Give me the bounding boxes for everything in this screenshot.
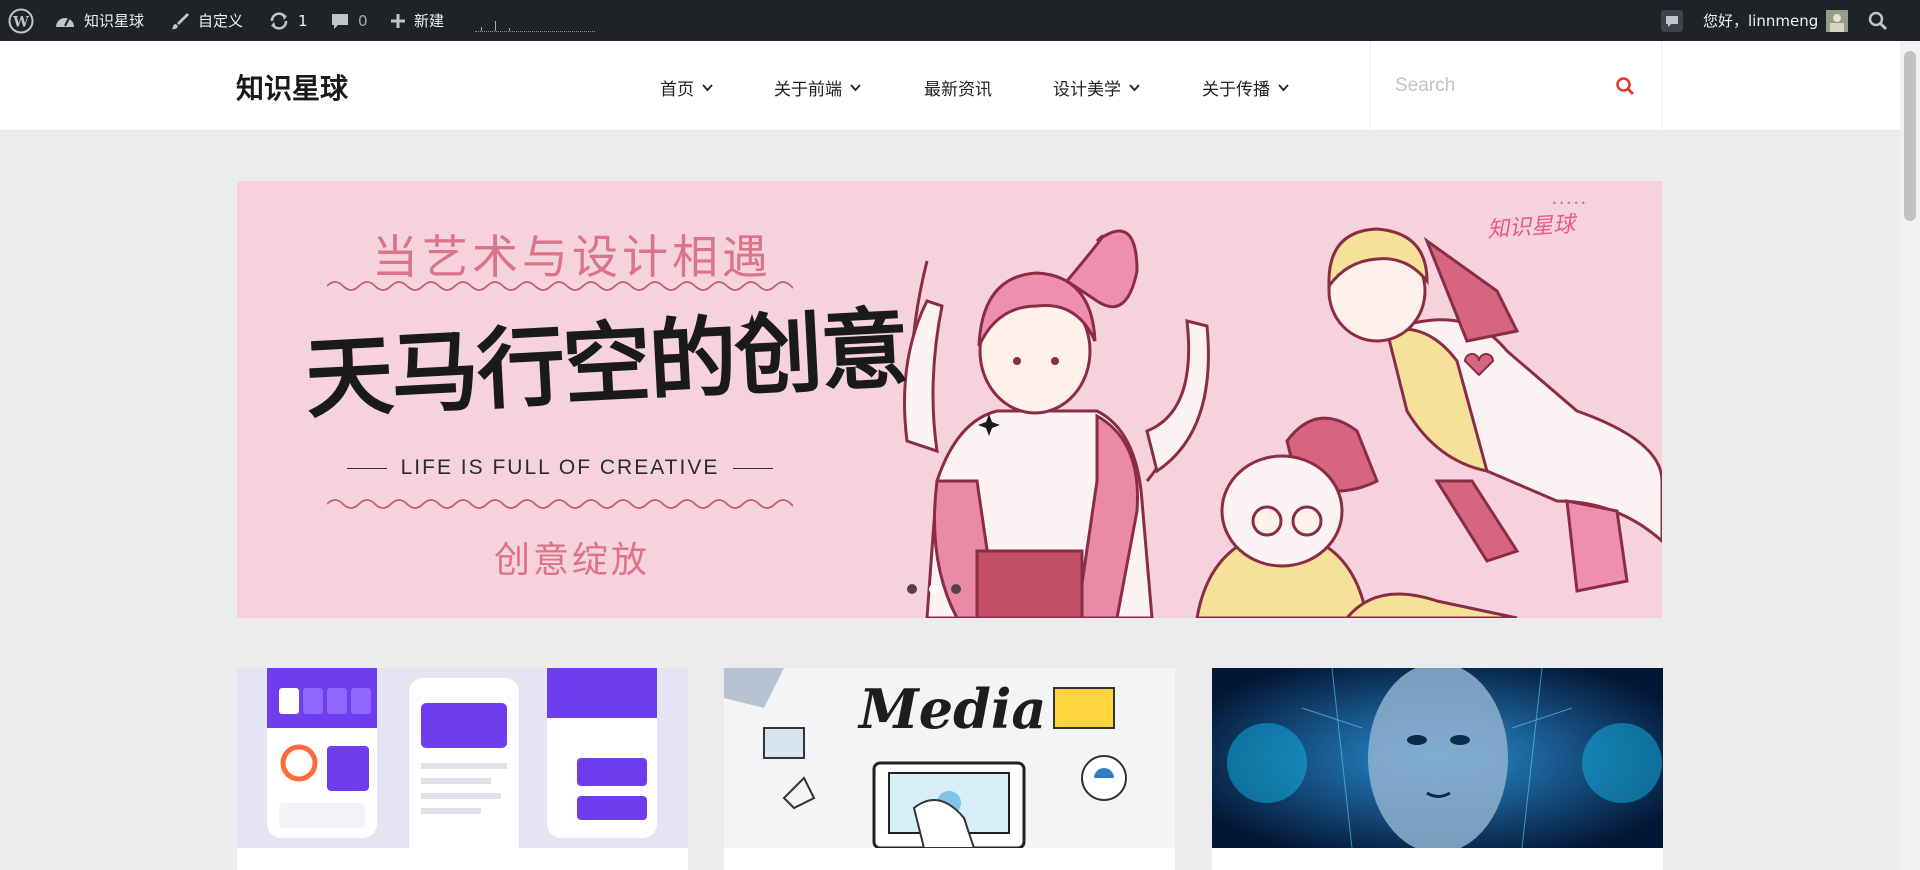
stats-sparkline[interactable] xyxy=(475,14,595,32)
nav-item-label: 关于前端 xyxy=(774,80,842,100)
banner-tagline: 创意绽放 xyxy=(493,540,650,581)
svg-text:Media: Media xyxy=(857,677,1046,741)
dashboard-icon xyxy=(54,11,76,31)
wordpress-icon: W xyxy=(8,8,34,34)
brush-icon xyxy=(170,11,190,31)
scrollbar-thumb[interactable] xyxy=(1904,51,1916,221)
post-card[interactable] xyxy=(1212,668,1663,870)
plus-icon xyxy=(390,13,406,29)
chevron-down-icon xyxy=(850,84,861,92)
site-title[interactable]: 知识星球 xyxy=(236,67,348,107)
nav-item-label: 最新资讯 xyxy=(924,80,992,100)
post-thumbnail[interactable] xyxy=(237,668,688,848)
slider-pagination xyxy=(907,584,961,594)
site-name-menu[interactable]: 知识星球 xyxy=(54,0,144,41)
hero-slider[interactable]: • • • • • 知识星球 当艺术与设计相遇 天马行空的创意 LIFE IS … xyxy=(237,181,1662,618)
post-card[interactable]: Media xyxy=(724,668,1175,870)
nav-item-design[interactable]: 设计美学 xyxy=(1053,75,1140,100)
slider-dot-3[interactable] xyxy=(951,584,961,594)
search-icon xyxy=(1616,77,1635,96)
nav-item-label: 设计美学 xyxy=(1053,80,1121,100)
customize-label: 自定义 xyxy=(198,12,244,30)
updates-link[interactable]: 1 xyxy=(268,0,308,41)
updates-icon xyxy=(268,11,290,31)
updates-count: 1 xyxy=(298,11,308,30)
notifications-button[interactable] xyxy=(1660,0,1684,41)
header-search xyxy=(1370,41,1662,131)
slider-dot-2[interactable] xyxy=(929,584,939,594)
greeting-label: 您好，linnmeng xyxy=(1703,12,1819,30)
site-name-label: 知识星球 xyxy=(84,12,145,30)
new-content-menu[interactable]: 新建 xyxy=(390,0,444,41)
banner-stamp: 知识星球 xyxy=(1486,211,1576,244)
post-thumbnail[interactable]: Media xyxy=(724,668,1175,848)
banner-english-text: LIFE IS FULL OF CREATIVE xyxy=(400,456,720,479)
comments-link[interactable]: 0 xyxy=(330,0,368,41)
post-thumbnail[interactable] xyxy=(1212,668,1663,848)
search-icon xyxy=(1868,11,1888,31)
nav-item-home[interactable]: 首页 xyxy=(660,75,713,100)
customize-link[interactable]: 自定义 xyxy=(170,0,243,41)
my-account-menu[interactable]: 您好，linnmeng xyxy=(1703,0,1849,41)
chevron-down-icon xyxy=(1129,84,1140,92)
banner-subtitle: LIFE IS FULL OF CREATIVE xyxy=(327,456,793,480)
divider-line xyxy=(346,467,387,469)
new-label: 新建 xyxy=(414,12,445,30)
nav-item-news[interactable]: 最新资讯 xyxy=(924,75,992,100)
wave-divider xyxy=(327,499,793,509)
svg-text:W: W xyxy=(12,14,29,30)
comment-icon xyxy=(330,11,350,31)
comments-count: 0 xyxy=(358,11,368,30)
slider-dot-1[interactable] xyxy=(907,584,917,594)
page-scrollbar[interactable] xyxy=(1900,41,1920,870)
user-avatar xyxy=(1826,9,1849,32)
divider-line xyxy=(733,467,774,469)
search-submit-button[interactable] xyxy=(1607,69,1643,103)
admin-search-button[interactable] xyxy=(1868,0,1888,41)
chevron-down-icon xyxy=(1278,84,1289,92)
notification-icon xyxy=(1660,9,1684,33)
nav-item-label: 首页 xyxy=(660,80,694,100)
post-card[interactable] xyxy=(237,668,688,870)
nav-item-communication[interactable]: 关于传播 xyxy=(1202,75,1289,100)
site-header: 知识星球 首页 关于前端 最新资讯 设计美学 关于传播 xyxy=(0,41,1900,131)
chevron-down-icon xyxy=(702,84,713,92)
nav-item-frontend[interactable]: 关于前端 xyxy=(774,75,861,100)
admin-bar: W 知识星球 自定义 1 0 新建 您好，linnmeng xyxy=(0,0,1920,41)
wordpress-logo-button[interactable]: W xyxy=(8,0,34,41)
nav-item-label: 关于传播 xyxy=(1202,80,1270,100)
search-input[interactable] xyxy=(1395,69,1595,103)
